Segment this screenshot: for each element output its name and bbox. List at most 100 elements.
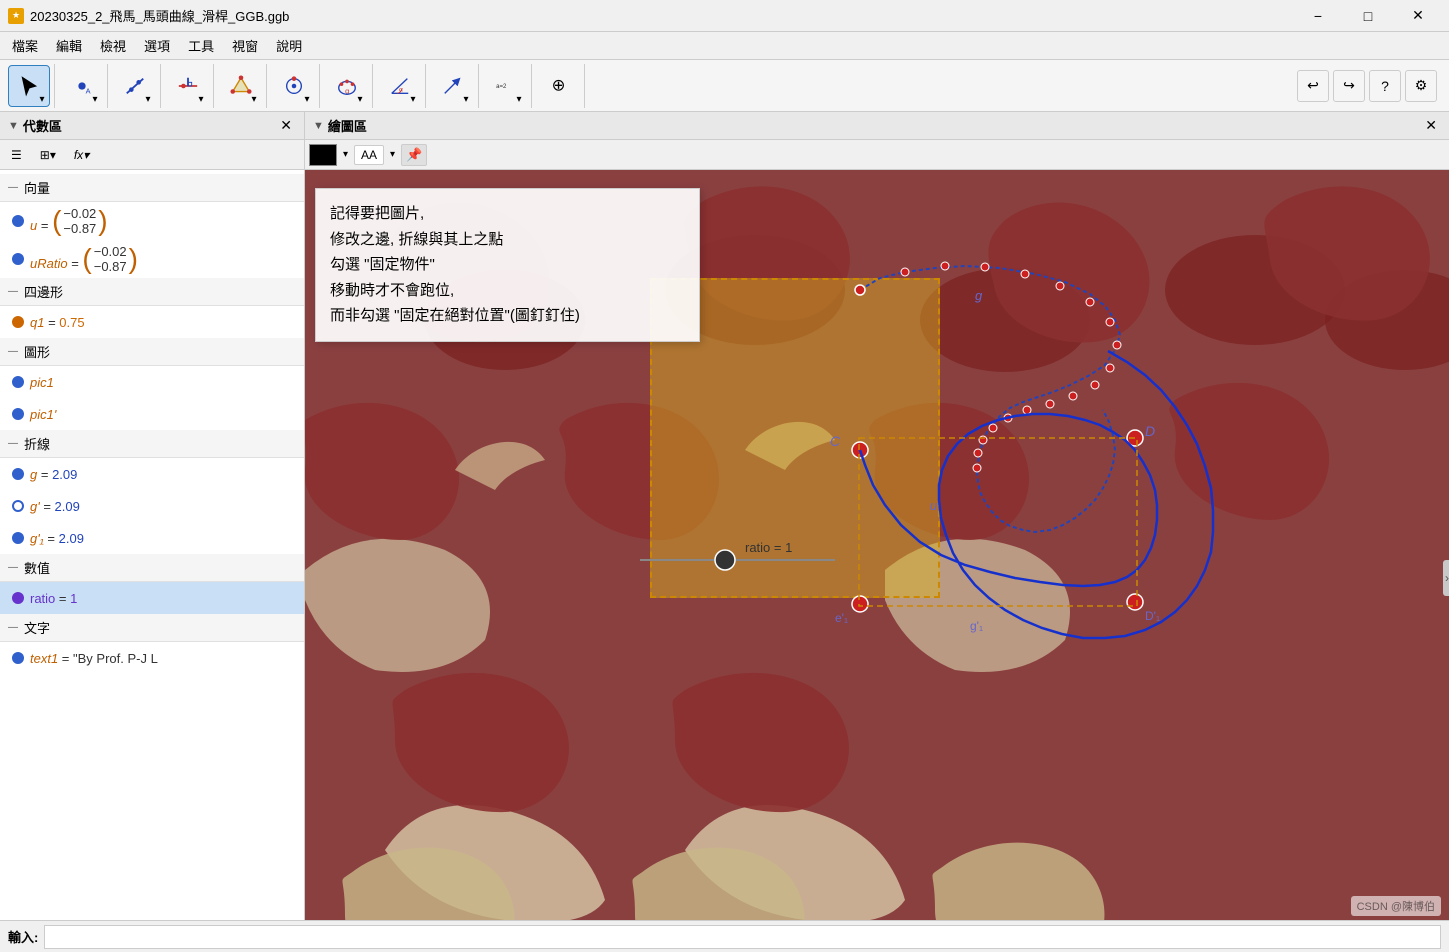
settings-button[interactable]: ⚙ — [1405, 70, 1437, 102]
dot-text1 — [12, 652, 24, 664]
input-field[interactable] — [44, 925, 1441, 949]
app-icon: ★ — [8, 8, 24, 24]
input-bar-label: 輸入: — [8, 927, 38, 946]
tool-group-move: ⊕ — [534, 64, 585, 108]
redo-button[interactable]: ↪ — [1333, 70, 1365, 102]
menu-edit[interactable]: 編輯 — [48, 33, 90, 58]
algebra-item-pic1[interactable]: pic1 — [0, 366, 304, 398]
perpendicular-tool-button[interactable]: ▾ — [167, 65, 209, 107]
minimize-button[interactable]: − — [1295, 0, 1341, 32]
algebra-header: ▼ 代數區 ✕ — [0, 112, 304, 140]
maximize-button[interactable]: □ — [1345, 0, 1391, 32]
algebra-item-g-prime[interactable]: g' = 2.09 — [0, 490, 304, 522]
menu-window[interactable]: 視窗 — [224, 33, 266, 58]
note-box: 記得要把圖片, 修改之邊, 折線與其上之點 勾選 "固定物件" 移動時才不會跑位… — [315, 188, 700, 342]
section-polyline[interactable]: — 折線 — [0, 430, 304, 458]
dot-q1 — [12, 316, 24, 328]
section-text[interactable]: — 文字 — [0, 614, 304, 642]
circle-tool-button[interactable]: ▾ — [273, 65, 315, 107]
drawing-close-button[interactable]: ✕ — [1421, 117, 1441, 134]
algebra-panel-title: ▼ 代數區 — [8, 116, 62, 135]
main-area: ▼ 代數區 ✕ ☰ ⊞▾ fx▾ — 向量 u = ( — [0, 112, 1449, 920]
pin-button[interactable]: 📌 — [401, 144, 427, 166]
canvas-area[interactable]: 記得要把圖片, 修改之邊, 折線與其上之點 勾選 "固定物件" 移動時才不會跑位… — [305, 170, 1449, 920]
menu-bar: 檔案 編輯 檢視 選項 工具 視窗 說明 — [0, 32, 1449, 60]
menu-view[interactable]: 檢視 — [92, 33, 134, 58]
algebra-toolbar: ☰ ⊞▾ fx▾ — [0, 140, 304, 170]
algebra-close-button[interactable]: ✕ — [276, 117, 296, 134]
section-figure[interactable]: — 圖形 — [0, 338, 304, 366]
tool-group-polygon: ▾ — [216, 64, 267, 108]
point-tool-button[interactable]: A ▾ — [61, 65, 103, 107]
tool-group-select: ▾ — [4, 64, 55, 108]
svg-text:e'₁: e'₁ — [835, 611, 848, 625]
tool-group-angle: α ▾ — [375, 64, 426, 108]
toolbar: ▾ A ▾ ▾ ▾ — [0, 60, 1449, 112]
conic-tool-button[interactable]: α ▾ — [326, 65, 368, 107]
window-title: 20230325_2_飛馬_馬頭曲線_滑桿_GGB.ggb — [30, 6, 289, 25]
tool-group-slider: a=2 ▾ — [481, 64, 532, 108]
select-tool-button[interactable]: ▾ — [8, 65, 50, 107]
dot-g-prime — [12, 500, 24, 512]
vector-tool-button[interactable]: ▾ — [432, 65, 474, 107]
svg-text:g'₁: g'₁ — [970, 619, 983, 633]
svg-text:C: C — [830, 433, 841, 449]
menu-options[interactable]: 選項 — [136, 33, 178, 58]
dot-u — [12, 215, 24, 227]
algebra-item-g-prime1[interactable]: g'₁ = 2.09 — [0, 522, 304, 554]
drawing-panel-title: ▼ 繪圖區 — [313, 116, 367, 135]
algebra-item-u[interactable]: u = ( −0.02 −0.87 ) — [0, 202, 304, 240]
close-button[interactable]: ✕ — [1395, 0, 1441, 32]
slider-tool-button[interactable]: a=2 ▾ — [485, 65, 527, 107]
tool-group-perp: ▾ — [163, 64, 214, 108]
algebra-item-ratio[interactable]: ratio = 1 — [0, 582, 304, 614]
tool-group-point: A ▾ — [57, 64, 108, 108]
help-button[interactable]: ? — [1369, 70, 1401, 102]
line-tool-button[interactable]: ▾ — [114, 65, 156, 107]
svg-text:α: α — [399, 86, 403, 93]
algebra-item-pic1-prime[interactable]: pic1' — [0, 398, 304, 430]
dot-g-prime1 — [12, 532, 24, 544]
menu-help[interactable]: 說明 — [268, 33, 310, 58]
svg-text:a=2: a=2 — [496, 84, 507, 90]
move-canvas-tool-button[interactable]: ⊕ — [538, 65, 580, 107]
svg-text:g: g — [975, 288, 983, 303]
drawing-toolbar: ▾ AA ▾ 📌 — [305, 140, 1449, 170]
input-bar: 輸入: — [0, 920, 1449, 952]
drawing-header: ▼ 繪圖區 ✕ — [305, 112, 1449, 140]
algebra-item-text1[interactable]: text1 = "By Prof. P-J L — [0, 642, 304, 674]
menu-tools[interactable]: 工具 — [180, 33, 222, 58]
dot-g — [12, 468, 24, 480]
algebra-menu-button[interactable]: ☰ — [4, 145, 29, 165]
algebra-item-q1[interactable]: q1 = 0.75 — [0, 306, 304, 338]
polygon-tool-button[interactable]: ▾ — [220, 65, 262, 107]
dot-ratio — [12, 592, 24, 604]
svg-text:›: › — [1445, 571, 1449, 585]
section-quadrilateral[interactable]: — 四邊形 — [0, 278, 304, 306]
color-picker-button[interactable] — [309, 144, 337, 166]
algebra-panel: ▼ 代數區 ✕ ☰ ⊞▾ fx▾ — 向量 u = ( — [0, 112, 305, 920]
tool-group-conic: α ▾ — [322, 64, 373, 108]
section-numeric[interactable]: — 數值 — [0, 554, 304, 582]
svg-text:D'₁: D'₁ — [1145, 609, 1160, 623]
svg-text:⊕: ⊕ — [552, 76, 566, 94]
title-bar: ★ 20230325_2_飛馬_馬頭曲線_滑桿_GGB.ggb − □ ✕ — [0, 0, 1449, 32]
dot-uratio — [12, 253, 24, 265]
dot-pic1-prime — [12, 408, 24, 420]
svg-text:ratio = 1: ratio = 1 — [745, 540, 792, 555]
section-vector[interactable]: — 向量 — [0, 174, 304, 202]
svg-text:u: u — [930, 498, 937, 513]
angle-tool-button[interactable]: α ▾ — [379, 65, 421, 107]
svg-text:D: D — [1145, 423, 1155, 439]
font-size-button[interactable]: AA — [354, 145, 384, 165]
algebra-fx-button[interactable]: fx▾ — [67, 145, 96, 165]
menu-file[interactable]: 檔案 — [4, 33, 46, 58]
algebra-item-g[interactable]: g = 2.09 — [0, 458, 304, 490]
drawing-panel: ▼ 繪圖區 ✕ ▾ AA ▾ 📌 — [305, 112, 1449, 920]
tool-group-vector: ▾ — [428, 64, 479, 108]
toolbar-right: ↩ ↪ ? ⚙ — [1297, 70, 1445, 102]
algebra-sort-button[interactable]: ⊞▾ — [33, 145, 63, 165]
tool-group-line: ▾ — [110, 64, 161, 108]
algebra-item-uratio[interactable]: uRatio = ( −0.02 −0.87 ) — [0, 240, 304, 278]
undo-button[interactable]: ↩ — [1297, 70, 1329, 102]
